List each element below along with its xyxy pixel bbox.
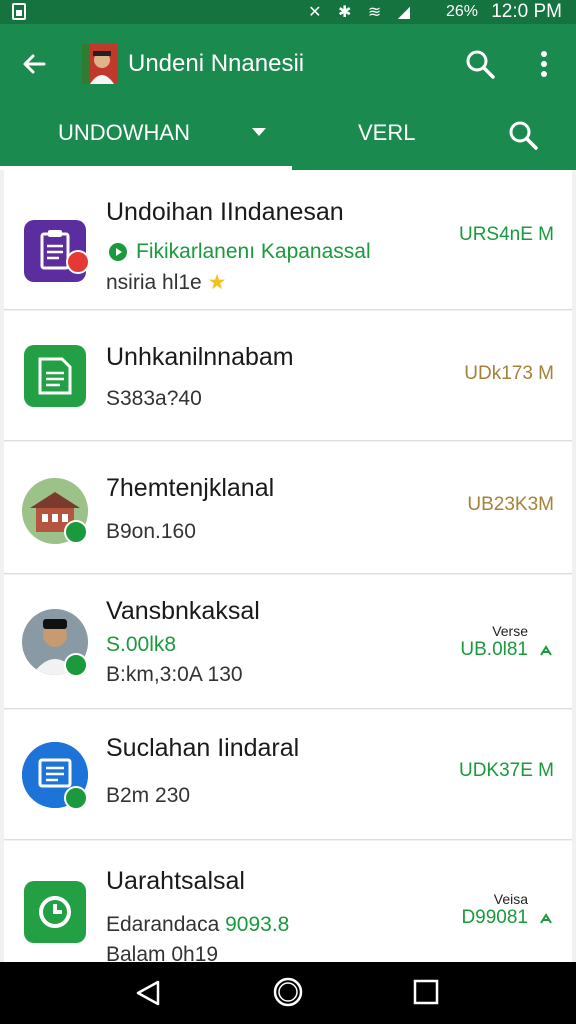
tab-search-icon[interactable] — [506, 118, 540, 152]
list-item[interactable]: 7hemtenjklanal B9on.160 UB23K3M — [4, 442, 572, 574]
tab-undowhan-label: UNDOWHAN — [58, 120, 190, 145]
item-meta: S383a?40 — [106, 387, 202, 410]
download-icon[interactable] — [538, 643, 554, 659]
list-item[interactable]: Suclahan Iindaral B2m 230 UDK37E M — [4, 710, 572, 840]
sd-card-icon — [12, 3, 26, 20]
clock: 12:0 PM — [491, 1, 562, 22]
list-item[interactable]: Undoihan IIndanesan Fikikarlanenı Kapana… — [4, 170, 572, 310]
verified-check-icon — [64, 653, 88, 677]
app-avatar — [82, 44, 118, 84]
app-list: Undoihan IIndanesan Fikikarlanenı Kapana… — [0, 170, 576, 962]
document-app-icon — [24, 345, 86, 407]
tab-undowhan[interactable]: UNDOWHAN — [0, 104, 292, 170]
item-title: Vansbnkaksal — [106, 597, 260, 625]
battery-level: 26% — [445, 3, 478, 20]
search-icon[interactable] — [462, 46, 498, 82]
tab-verl[interactable]: VERL — [358, 120, 415, 146]
dropdown-caret-icon[interactable] — [252, 128, 266, 136]
tab-bar: UNDOWHAN VERL — [0, 104, 576, 170]
item-size: UDk173 M — [464, 363, 554, 384]
item-title: Undoihan IIndanesan — [106, 198, 344, 226]
more-options-icon[interactable] — [530, 46, 558, 82]
version-label: Verse — [492, 623, 528, 639]
clock-app-icon — [24, 881, 86, 943]
system-nav-bar — [0, 962, 576, 1024]
alert-badge-icon — [66, 250, 90, 274]
version-label: Veisa — [493, 891, 528, 907]
item-subtitle: Fikikarlanenı Kapanassal — [136, 240, 371, 263]
star-icon: ★ — [207, 271, 227, 294]
item-subtitle: Edarandaca 9093.8 — [106, 913, 290, 936]
item-size: D99081 — [461, 907, 528, 928]
item-title: Unhkanilnnabam — [106, 343, 294, 371]
status-bar: ✕ ✱ ≋ ◢ 26% 12:0 PM — [0, 0, 576, 24]
status-icons: ✕ ✱ ≋ ◢ — [308, 4, 416, 21]
item-meta: B:km,3:0A 130 — [106, 663, 243, 686]
item-subtitle: S.00lk8 — [106, 633, 177, 656]
list-item[interactable]: Unhkanilnnabam S383a?40 UDk173 M — [4, 311, 572, 441]
item-meta: B9on.160 — [106, 520, 196, 543]
item-title: Suclahan Iindaral — [106, 734, 300, 762]
list-item[interactable]: Uarahtsalsal Edarandaca 9093.8 Balam 0h1… — [4, 841, 572, 962]
back-arrow-icon[interactable] — [18, 48, 50, 80]
nav-back-icon[interactable] — [130, 978, 166, 1008]
item-size: UB.0l81 — [460, 639, 528, 660]
toolbar-title: Undeni Nnanesii — [128, 50, 305, 77]
download-icon[interactable] — [538, 911, 554, 927]
item-size: UB23K3M — [467, 494, 554, 515]
play-circle-icon — [109, 243, 127, 261]
item-title: 7hemtenjklanal — [106, 474, 275, 502]
item-meta: Balam 0h19 — [106, 943, 219, 962]
nav-home-icon[interactable] — [270, 974, 306, 1010]
item-meta: nsiria hl1e ★ — [106, 271, 227, 294]
item-title: Uarahtsalsal — [106, 867, 245, 895]
verified-check-icon — [64, 786, 88, 810]
item-size: UDK37E M — [458, 760, 554, 781]
app-toolbar: Undeni Nnanesii — [0, 24, 576, 104]
verified-check-icon — [64, 520, 88, 544]
item-size: URS4nE M — [458, 224, 554, 245]
item-meta: B2m 230 — [106, 784, 191, 807]
list-item[interactable]: Vansbnkaksal S.00lk8 B:km,3:0A 130 Verse… — [4, 575, 572, 709]
nav-recents-icon[interactable] — [410, 976, 442, 1008]
